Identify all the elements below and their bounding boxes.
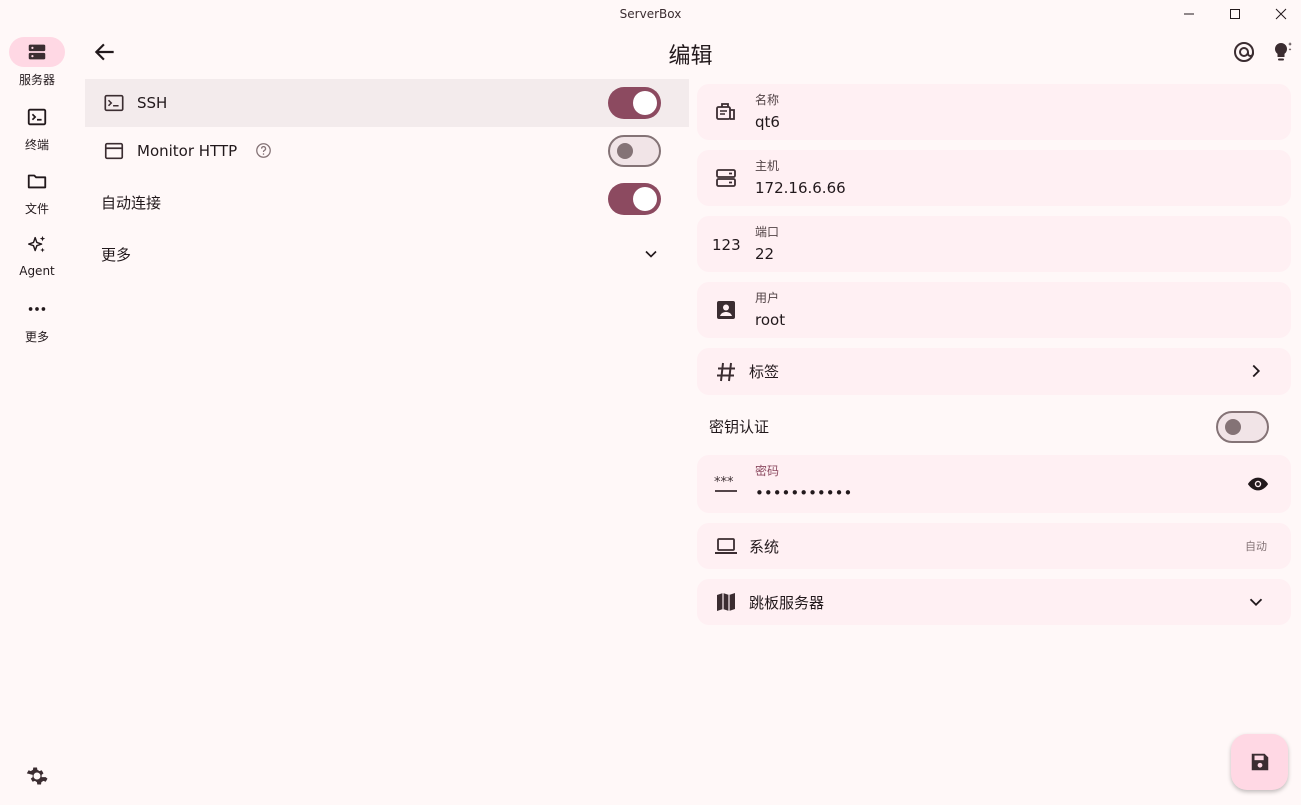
chevron-down-icon (645, 250, 657, 258)
switch-thumb (633, 187, 657, 211)
switch-thumb (633, 91, 657, 115)
auto-connect-switch[interactable] (608, 183, 661, 215)
host-value: 172.16.6.66 (755, 179, 846, 197)
rail-label: 文件 (24, 202, 49, 216)
rail-label: 服务器 (18, 73, 55, 87)
monitor-http-row[interactable]: Monitor HTTP (85, 127, 689, 175)
ssh-label: SSH (137, 94, 168, 112)
at-sign-icon[interactable] (1232, 40, 1256, 64)
chevron-right-icon (1252, 364, 1261, 378)
help-icon[interactable] (255, 142, 272, 159)
terminal-icon (104, 94, 124, 112)
gear-icon[interactable] (25, 764, 49, 788)
field-label: 密码 (755, 464, 780, 478)
system-row[interactable]: 系统 自动 (697, 523, 1291, 569)
save-icon (1251, 753, 1268, 771)
connection-settings-panel: SSH Monitor HTTP 自动连接 更多 (85, 79, 689, 278)
chevron-down-icon (1249, 598, 1263, 607)
terminal-icon (27, 108, 47, 126)
hashtag-icon (717, 362, 735, 382)
tags-row[interactable]: 标签 (697, 348, 1291, 395)
rail-item-more[interactable]: 更多 (0, 294, 74, 354)
monitor-http-label: Monitor HTTP (137, 142, 238, 160)
svg-text:***: *** (714, 475, 734, 490)
rail-icon-wrap (9, 230, 65, 260)
more-label: 更多 (101, 245, 132, 264)
auto-connect-row[interactable]: 自动连接 (85, 175, 689, 230)
rail-label: 终端 (24, 138, 49, 152)
name-field[interactable]: 名称 qt6 (697, 84, 1291, 140)
switch-thumb (617, 143, 633, 159)
rail-item-agent[interactable]: Agent (0, 230, 74, 290)
close-window-button[interactable] (1259, 2, 1301, 26)
field-label: 名称 (755, 93, 780, 107)
rail-label: 更多 (24, 330, 49, 344)
key-auth-label: 密钥认证 (709, 418, 770, 436)
user-value: root (755, 311, 786, 329)
name-value: qt6 (755, 113, 780, 131)
ssh-switch[interactable] (608, 87, 661, 119)
rail-item-files[interactable]: 文件 (0, 166, 74, 226)
field-label: 用户 (755, 291, 780, 305)
close-icon (1275, 8, 1287, 20)
field-label: 端口 (755, 225, 780, 239)
key-auth-switch[interactable] (1216, 411, 1269, 443)
lightbulb-icon[interactable] (1270, 40, 1294, 64)
minimize-button[interactable] (1167, 2, 1211, 26)
auto-connect-label: 自动连接 (101, 194, 162, 212)
label-device-icon (716, 103, 735, 120)
port-field[interactable]: 123 端口 22 (697, 216, 1291, 272)
switch-thumb (1225, 419, 1241, 435)
user-field[interactable]: 用户 root (697, 282, 1291, 338)
system-value: 自动 (1245, 540, 1267, 553)
browser-window-icon (104, 142, 124, 160)
port-value: 22 (755, 245, 775, 263)
rail-label: Agent (19, 264, 55, 278)
eye-icon[interactable] (1247, 473, 1269, 495)
numbers-icon: 123 (712, 236, 741, 254)
laptop-icon (715, 538, 737, 554)
rail-icon-wrap (9, 102, 65, 132)
window-title: ServerBox (619, 7, 682, 21)
tags-label: 标签 (749, 363, 780, 381)
rail-icon-wrap (9, 166, 65, 196)
rail-item-terminal[interactable]: 终端 (0, 102, 74, 162)
more-horiz-icon (28, 307, 46, 311)
map-icon (717, 593, 735, 611)
system-label: 系统 (749, 538, 780, 556)
rail-icon-wrap (9, 294, 65, 324)
jump-server-label: 跳板服务器 (749, 594, 825, 612)
more-expander-row[interactable]: 更多 (85, 230, 689, 278)
password-field[interactable]: *** 密码 ••••••••••• (697, 455, 1291, 513)
minimize-icon (1184, 13, 1194, 15)
navigation-rail: 服务器 终端 文件 Agent 更多 (0, 28, 74, 805)
folder-icon (27, 174, 47, 189)
maximize-button[interactable] (1213, 2, 1257, 26)
window-titlebar: ServerBox (0, 0, 1301, 28)
password-value: ••••••••••• (755, 484, 853, 502)
ssh-row[interactable]: SSH (85, 79, 689, 127)
account-box-icon (717, 301, 735, 319)
save-button[interactable] (1231, 734, 1288, 790)
key-auth-row[interactable]: 密钥认证 (697, 405, 1291, 449)
host-field[interactable]: 主机 172.16.6.66 (697, 150, 1291, 206)
monitor-http-switch[interactable] (608, 135, 661, 167)
page-title: 编辑 (668, 44, 713, 69)
sparkle-icon (28, 235, 46, 253)
server-icon (716, 169, 736, 187)
password-icon: *** (714, 475, 737, 492)
jump-server-row[interactable]: 跳板服务器 (697, 579, 1291, 625)
maximize-icon (1230, 9, 1240, 19)
field-label: 主机 (755, 159, 780, 173)
